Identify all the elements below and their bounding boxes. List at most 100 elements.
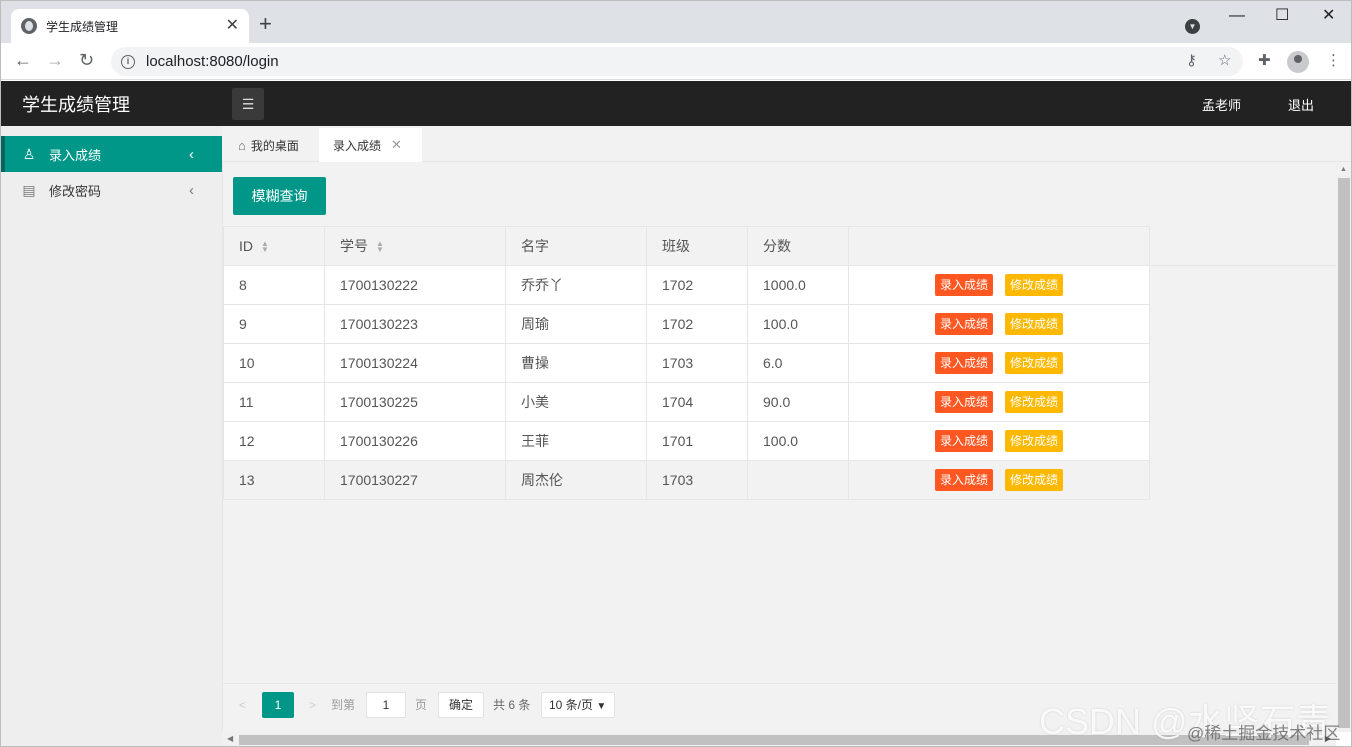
home-icon: ⌂ (238, 137, 246, 153)
modify-score-button[interactable]: 修改成绩 (1005, 391, 1064, 413)
modify-score-button[interactable]: 修改成绩 (1005, 313, 1064, 335)
window-close-button[interactable]: ✕ (1322, 6, 1335, 26)
maximize-button[interactable]: ☐ (1275, 6, 1289, 26)
user-name[interactable]: 孟老师 (1202, 95, 1241, 114)
column-header-score: 分数 (747, 226, 849, 266)
site-info-icon[interactable]: i (121, 54, 135, 69)
globe-icon (21, 18, 37, 34)
cell-score: 100.0 (747, 421, 849, 461)
cell-id: 11 (223, 382, 325, 422)
tab-enter-scores[interactable]: 录入成绩 ✕ (319, 128, 422, 162)
close-icon[interactable]: ✕ (391, 137, 402, 153)
browser-menu-icon[interactable]: ⋮ (1326, 52, 1341, 70)
cell-name: 小美 (505, 382, 647, 422)
cell-score: 1000.0 (747, 265, 849, 305)
cell-id: 13 (223, 460, 325, 500)
sort-icon[interactable]: ▲ ▼ (376, 240, 384, 254)
sidebar-item-label: 修改密码 (49, 183, 102, 199)
modify-score-button[interactable]: 修改成绩 (1005, 274, 1064, 296)
vertical-scroll-thumb[interactable] (1338, 178, 1350, 728)
new-tab-button[interactable]: + (259, 13, 272, 35)
chevron-left-icon: ‹ (189, 181, 194, 199)
cell-student-no: 1700130224 (324, 343, 506, 383)
table-header-fill (1149, 226, 1337, 266)
cell-score: 90.0 (747, 382, 849, 422)
current-page[interactable]: 1 (262, 692, 294, 718)
prev-page-button[interactable]: < (239, 692, 246, 718)
url-text[interactable]: localhost:8080/login (146, 53, 279, 70)
sort-icon[interactable]: ▲ ▼ (261, 240, 269, 254)
sidebar-item-label: 录入成绩 (49, 147, 102, 163)
key-icon[interactable]: ⚷ (1186, 52, 1197, 70)
sidebar-item-enter-scores[interactable]: ♙ 录入成绩 ‹ (1, 136, 222, 172)
cell-score: 100.0 (747, 304, 849, 344)
document-icon: ▤ (22, 181, 36, 198)
total-count: 共 6 条 (493, 698, 531, 712)
enter-score-button[interactable]: 录入成绩 (934, 352, 993, 374)
cell-class: 1702 (646, 265, 748, 305)
cell-name: 曹操 (505, 343, 647, 383)
column-header-student-no[interactable]: 学号 ▲ ▼ (324, 226, 506, 266)
close-tab-icon[interactable]: ✕ (226, 18, 239, 34)
modify-score-button[interactable]: 修改成绩 (1005, 430, 1064, 452)
forward-arrow-icon[interactable]: → (46, 50, 64, 70)
sidebar: ♙ 录入成绩 ‹ ▤ 修改密码 ‹ (1, 126, 222, 746)
star-icon[interactable]: ☆ (1218, 52, 1231, 70)
enter-score-button[interactable]: 录入成绩 (934, 313, 993, 335)
browser-tab[interactable]: 学生成绩管理 ✕ (11, 9, 249, 43)
app-title: 学生成绩管理 (22, 95, 130, 115)
fuzzy-search-button[interactable]: 模糊查询 (233, 177, 326, 215)
cell-id: 12 (223, 421, 325, 461)
goto-page-input[interactable]: 1 (366, 692, 406, 718)
reload-icon[interactable]: ↻ (79, 50, 94, 70)
logout-link[interactable]: 退出 (1288, 95, 1314, 114)
enter-score-button[interactable]: 录入成绩 (934, 274, 993, 296)
scroll-left-icon[interactable]: ◀ (227, 734, 233, 743)
profile-avatar[interactable] (1287, 51, 1309, 73)
column-header-actions (848, 226, 1150, 266)
goto-confirm-button[interactable]: 确定 (438, 692, 484, 718)
cell-name: 王菲 (505, 421, 647, 461)
enter-score-button[interactable]: 录入成绩 (934, 391, 993, 413)
column-header-class: 班级 (646, 226, 748, 266)
table-row: 8 1700130222 乔乔丫 1702 1000.0 录入成绩 修改成绩 (223, 265, 1150, 305)
page-size-select[interactable]: 10 条/页 ▼ (541, 692, 615, 718)
cell-class: 1703 (646, 343, 748, 383)
minimize-button[interactable]: — (1229, 6, 1245, 26)
cell-score (747, 460, 849, 500)
chevron-left-icon: ‹ (189, 145, 194, 163)
juejin-watermark: @稀土掘金技术社区 (1187, 724, 1341, 743)
scores-table: ID ▲ ▼ 学号 ▲ ▼ 名字 班级 分数 8 1700130222 乔乔丫 1702… (223, 226, 1150, 500)
tab-search-icon[interactable]: ▼ (1185, 19, 1200, 34)
table-header-row: ID ▲ ▼ 学号 ▲ ▼ 名字 班级 分数 (223, 226, 1150, 266)
tab-home[interactable]: ⌂ 我的桌面 (224, 128, 313, 162)
menu-toggle-icon[interactable]: ☰ (232, 88, 264, 120)
scroll-up-icon[interactable]: ▲ (1340, 166, 1347, 173)
enter-score-button[interactable]: 录入成绩 (934, 469, 993, 491)
cell-class: 1703 (646, 460, 748, 500)
browser-toolbar: ← → ↻ i localhost:8080/login ⚷ ☆ ✚ ⋮ (1, 43, 1351, 80)
vertical-scrollbar[interactable]: ▲ (1336, 162, 1351, 732)
cell-student-no: 1700130227 (324, 460, 506, 500)
browser-tab-strip: 学生成绩管理 ✕ + ▼ — ☐ ✕ (1, 1, 1351, 43)
cell-id: 8 (223, 265, 325, 305)
browser-tab-title: 学生成绩管理 (46, 19, 119, 34)
next-page-button[interactable]: > (309, 692, 316, 718)
main-content: 模糊查询 ID ▲ ▼ 学号 ▲ ▼ 名字 班级 分数 8 1700130222 乔乔丫 (222, 162, 1337, 732)
cell-class: 1702 (646, 304, 748, 344)
cell-actions: 录入成绩 修改成绩 (848, 382, 1150, 422)
sidebar-item-change-password[interactable]: ▤ 修改密码 ‹ (1, 172, 222, 208)
cell-student-no: 1700130225 (324, 382, 506, 422)
table-row: 10 1700130224 曹操 1703 6.0 录入成绩 修改成绩 (223, 343, 1150, 383)
extensions-icon[interactable]: ✚ (1258, 52, 1271, 70)
enter-score-button[interactable]: 录入成绩 (934, 430, 993, 452)
cell-actions: 录入成绩 修改成绩 (848, 460, 1150, 500)
back-arrow-icon[interactable]: ← (14, 50, 32, 70)
modify-score-button[interactable]: 修改成绩 (1005, 352, 1064, 374)
address-bar[interactable]: i localhost:8080/login (111, 47, 1243, 76)
cell-name: 周瑜 (505, 304, 647, 344)
table-row: 11 1700130225 小美 1704 90.0 录入成绩 修改成绩 (223, 382, 1150, 422)
goto-label: 到第 (331, 698, 356, 712)
modify-score-button[interactable]: 修改成绩 (1005, 469, 1064, 491)
column-header-id[interactable]: ID ▲ ▼ (223, 226, 325, 266)
